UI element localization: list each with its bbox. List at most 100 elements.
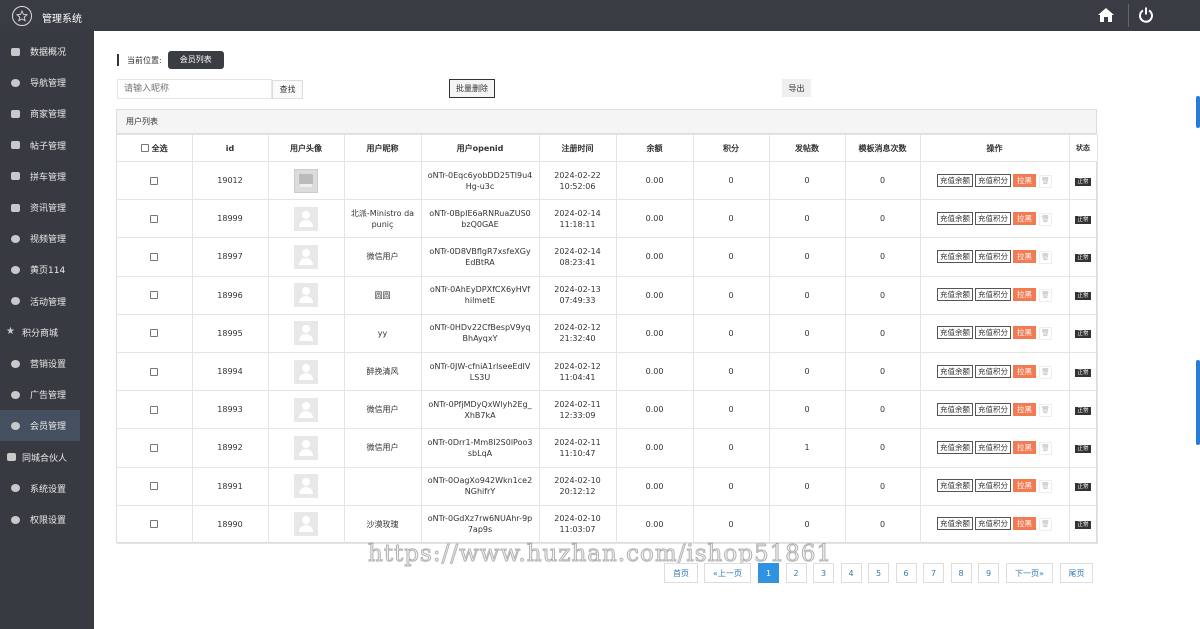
row-select[interactable] bbox=[117, 237, 193, 277]
row-checkbox[interactable] bbox=[150, 176, 159, 185]
status-badge[interactable]: 正常 bbox=[1075, 253, 1091, 262]
page-button-5[interactable]: 5 bbox=[868, 563, 889, 583]
status-badge[interactable]: 正常 bbox=[1075, 292, 1091, 301]
status-badge[interactable]: 正常 bbox=[1075, 483, 1091, 492]
recharge-balance-button[interactable]: 充值余额 bbox=[937, 479, 973, 493]
sidebar-item-14[interactable]: 系统设置 bbox=[0, 473, 94, 504]
status-badge[interactable]: 正常 bbox=[1075, 177, 1091, 186]
next-page-button[interactable]: 下一页» bbox=[1006, 563, 1053, 583]
row-select[interactable] bbox=[117, 504, 193, 544]
trash-icon[interactable]: 🗑 bbox=[1039, 403, 1052, 417]
recharge-points-button[interactable]: 充值积分 bbox=[975, 211, 1011, 225]
sidebar-item-7[interactable]: 黄页114 bbox=[0, 254, 94, 285]
row-select[interactable] bbox=[117, 160, 193, 201]
block-button[interactable]: 拉黑 bbox=[1013, 479, 1036, 493]
select-all-header[interactable]: 全选 bbox=[117, 134, 193, 162]
row-checkbox[interactable] bbox=[150, 252, 159, 261]
row-checkbox[interactable] bbox=[150, 214, 159, 223]
row-checkbox[interactable] bbox=[150, 482, 159, 491]
sidebar-item-13[interactable]: 同城合伙人 bbox=[0, 442, 94, 473]
row-select[interactable] bbox=[117, 313, 193, 353]
last-page-button[interactable]: 尾页 bbox=[1060, 563, 1093, 583]
trash-icon[interactable]: 🗑 bbox=[1039, 327, 1052, 341]
recharge-balance-button[interactable]: 充值余额 bbox=[937, 402, 973, 416]
row-checkbox[interactable] bbox=[150, 405, 159, 414]
recharge-points-button[interactable]: 充值积分 bbox=[975, 288, 1011, 302]
recharge-points-button[interactable]: 充值积分 bbox=[975, 173, 1011, 187]
row-select[interactable] bbox=[117, 390, 193, 430]
sidebar-item-15[interactable]: 权限设置 bbox=[0, 504, 94, 535]
page-button-3[interactable]: 3 bbox=[813, 563, 834, 583]
recharge-balance-button[interactable]: 充值余额 bbox=[937, 364, 973, 378]
recharge-points-button[interactable]: 充值积分 bbox=[975, 364, 1011, 378]
status-badge[interactable]: 正常 bbox=[1075, 521, 1091, 530]
sidebar-item-5[interactable]: 资讯管理 bbox=[0, 192, 94, 223]
bulk-delete-button[interactable]: 批量删除 bbox=[449, 79, 495, 98]
page-button-7[interactable]: 7 bbox=[923, 563, 944, 583]
status-badge[interactable]: 正常 bbox=[1075, 330, 1091, 339]
block-button[interactable]: 拉黑 bbox=[1013, 288, 1036, 302]
recharge-points-button[interactable]: 充值积分 bbox=[975, 517, 1011, 531]
page-button-2[interactable]: 2 bbox=[785, 563, 807, 583]
block-button[interactable]: 拉黑 bbox=[1013, 211, 1036, 225]
sidebar-item-4[interactable]: 拼车管理 bbox=[0, 161, 94, 192]
page-button-6[interactable]: 6 bbox=[895, 563, 917, 583]
trash-icon[interactable]: 🗑 bbox=[1039, 365, 1052, 379]
row-checkbox[interactable] bbox=[150, 329, 159, 338]
recharge-balance-button[interactable]: 充值余额 bbox=[937, 326, 973, 340]
block-button[interactable]: 拉黑 bbox=[1013, 173, 1036, 187]
recharge-balance-button[interactable]: 充值余额 bbox=[937, 173, 973, 187]
recharge-balance-button[interactable]: 充值余额 bbox=[937, 440, 973, 454]
breadcrumb-current[interactable]: 会员列表 bbox=[167, 51, 224, 69]
status-badge[interactable]: 正常 bbox=[1075, 406, 1091, 415]
trash-icon[interactable]: 🗑 bbox=[1039, 518, 1052, 532]
row-select[interactable] bbox=[117, 466, 193, 506]
select-all-checkbox[interactable] bbox=[140, 144, 149, 152]
status-badge[interactable]: 正常 bbox=[1075, 215, 1091, 224]
page-button-8[interactable]: 8 bbox=[950, 563, 972, 583]
row-select[interactable] bbox=[117, 351, 193, 392]
search-button[interactable]: 查找 bbox=[272, 80, 303, 99]
row-select[interactable] bbox=[117, 275, 193, 315]
power-icon[interactable] bbox=[1136, 5, 1156, 25]
recharge-points-button[interactable]: 充值积分 bbox=[975, 326, 1011, 340]
recharge-points-button[interactable]: 充值积分 bbox=[975, 402, 1011, 416]
prev-page-button[interactable]: «上一页 bbox=[704, 563, 751, 583]
page-button-1[interactable]: 1 bbox=[758, 563, 779, 583]
row-checkbox[interactable] bbox=[150, 443, 159, 452]
trash-icon[interactable]: 🗑 bbox=[1039, 174, 1052, 188]
sidebar-item-8[interactable]: 活动管理 bbox=[0, 286, 94, 317]
row-select[interactable] bbox=[117, 428, 193, 468]
sidebar-item-6[interactable]: 视频管理 bbox=[0, 223, 94, 254]
sidebar-item-12[interactable]: 会员管理 bbox=[0, 410, 80, 442]
search-input[interactable] bbox=[117, 79, 272, 99]
home-icon[interactable] bbox=[1096, 5, 1116, 25]
page-button-9[interactable]: 9 bbox=[978, 563, 999, 583]
page-button-4[interactable]: 4 bbox=[840, 563, 862, 583]
status-badge[interactable]: 正常 bbox=[1075, 368, 1091, 377]
sidebar-item-11[interactable]: 广告管理 bbox=[0, 379, 94, 410]
row-checkbox[interactable] bbox=[150, 291, 159, 300]
block-button[interactable]: 拉黑 bbox=[1013, 326, 1036, 340]
recharge-points-button[interactable]: 充值积分 bbox=[975, 440, 1011, 454]
sidebar-item-2[interactable]: 商家管理 bbox=[0, 98, 94, 129]
block-button[interactable]: 拉黑 bbox=[1013, 364, 1036, 378]
recharge-balance-button[interactable]: 充值余额 bbox=[937, 288, 973, 302]
trash-icon[interactable]: 🗑 bbox=[1039, 250, 1052, 264]
status-badge[interactable]: 正常 bbox=[1075, 444, 1091, 453]
recharge-points-button[interactable]: 充值积分 bbox=[975, 479, 1011, 493]
row-select[interactable] bbox=[117, 199, 193, 239]
sidebar-item-1[interactable]: 导航管理 bbox=[0, 67, 94, 98]
row-checkbox[interactable] bbox=[150, 520, 159, 529]
recharge-balance-button[interactable]: 充值余额 bbox=[937, 517, 973, 531]
sidebar-item-0[interactable]: 数据概况 bbox=[0, 36, 94, 67]
trash-icon[interactable]: 🗑 bbox=[1039, 289, 1052, 303]
row-checkbox[interactable] bbox=[150, 367, 159, 376]
recharge-balance-button[interactable]: 充值余额 bbox=[937, 211, 973, 225]
block-button[interactable]: 拉黑 bbox=[1013, 517, 1036, 531]
sidebar-item-10[interactable]: 营销设置 bbox=[0, 348, 94, 379]
trash-icon[interactable]: 🗑 bbox=[1039, 212, 1052, 226]
recharge-points-button[interactable]: 充值积分 bbox=[975, 249, 1011, 263]
block-button[interactable]: 拉黑 bbox=[1013, 402, 1036, 416]
export-button[interactable]: 导出 bbox=[782, 79, 811, 97]
